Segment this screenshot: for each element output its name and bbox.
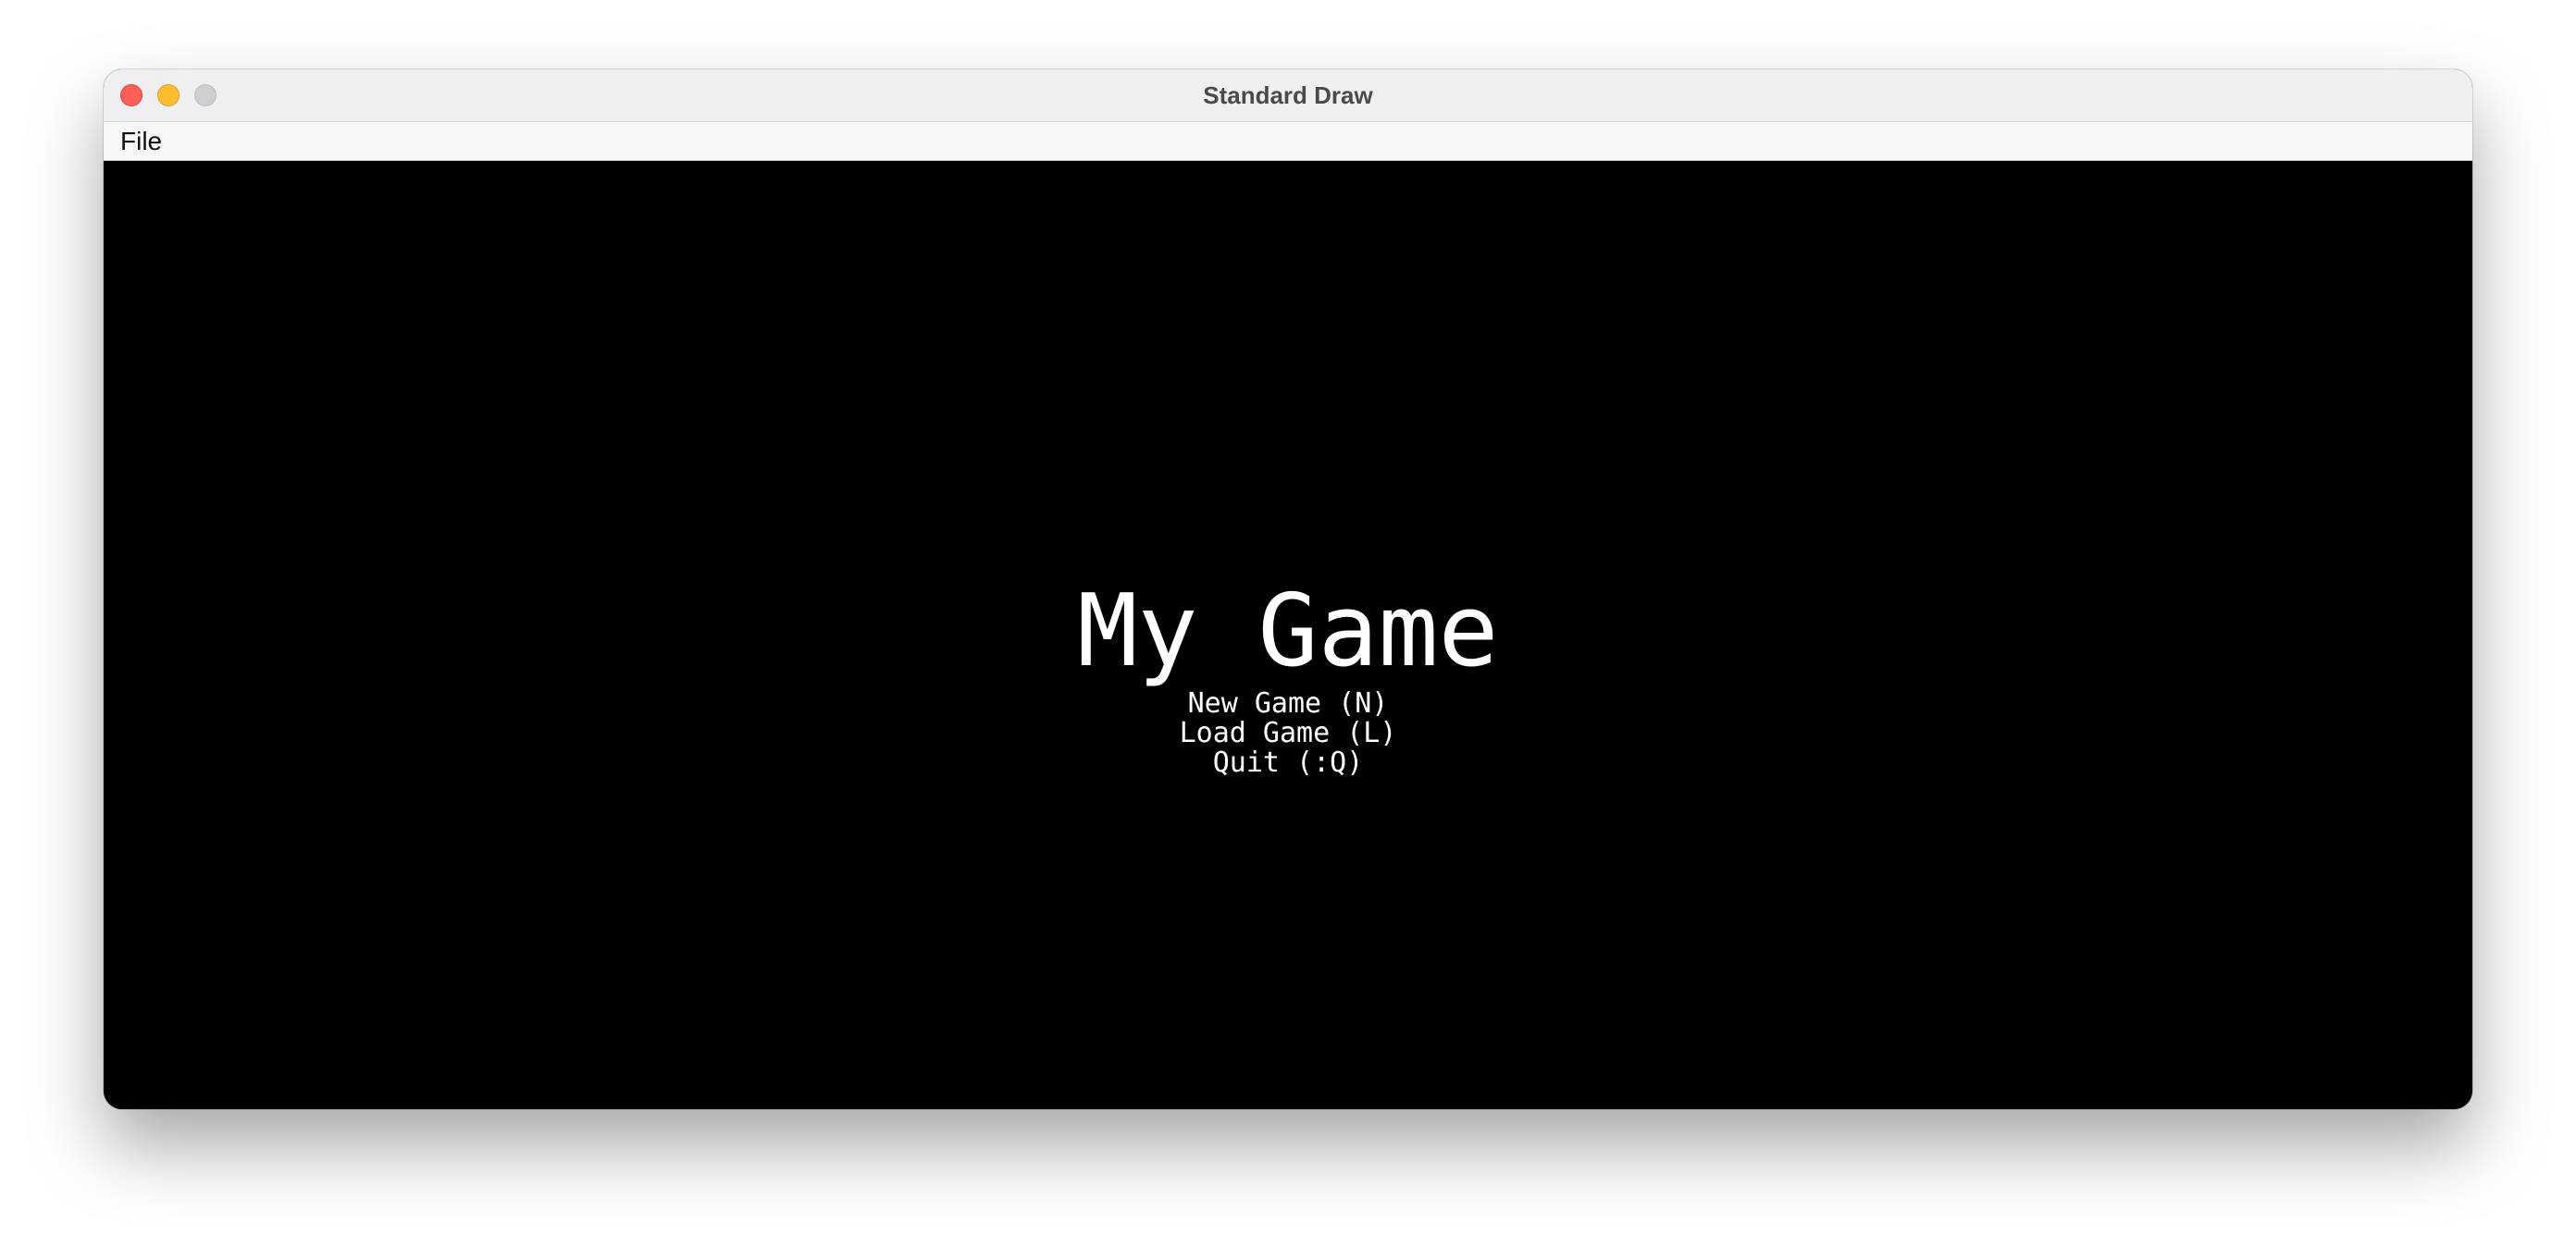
menu-bar: File (104, 122, 2472, 161)
app-window: Standard Draw File My Game New Game (N) … (104, 69, 2472, 1109)
menu-file[interactable]: File (120, 122, 162, 161)
game-title: My Game (1077, 574, 1499, 689)
new-game-option[interactable]: New Game (N) (104, 688, 2472, 720)
load-game-option[interactable]: Load Game (L) (104, 718, 2472, 749)
draw-canvas[interactable]: My Game New Game (N) Load Game (L) Quit … (104, 161, 2472, 1109)
quit-option[interactable]: Quit (:Q) (104, 747, 2472, 779)
title-bar[interactable]: Standard Draw (104, 69, 2472, 122)
window-title: Standard Draw (1203, 81, 1373, 109)
